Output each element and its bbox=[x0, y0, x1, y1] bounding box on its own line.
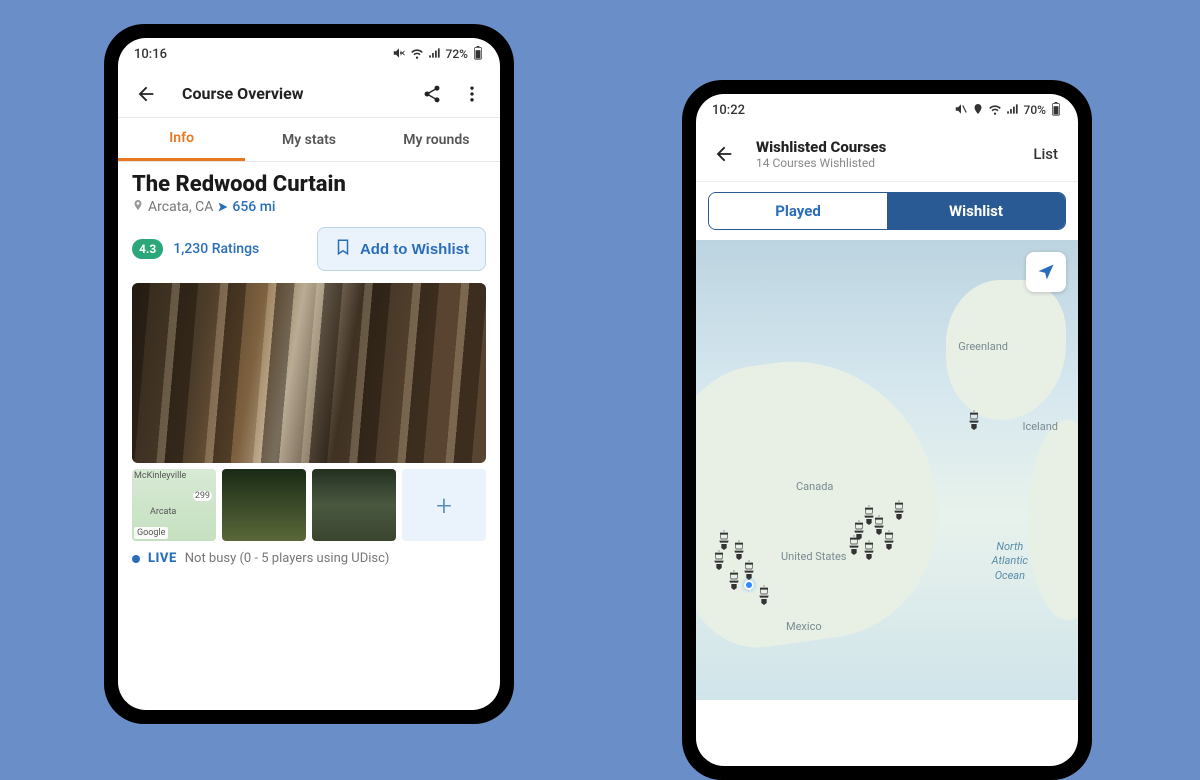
thumb-add-photo[interactable]: + bbox=[402, 469, 486, 541]
course-pin-icon[interactable] bbox=[861, 540, 877, 560]
course-pin-icon[interactable] bbox=[861, 505, 877, 525]
tabs: Info My stats My rounds bbox=[118, 118, 500, 162]
course-pin-icon[interactable] bbox=[881, 530, 897, 550]
appbar-titles: Wishlisted Courses 14 Courses Wishlisted bbox=[748, 138, 1017, 170]
wishlist-map[interactable]: Greenland Iceland Canada United States M… bbox=[696, 240, 1078, 700]
app-bar: Course Overview bbox=[118, 70, 500, 118]
segment-played[interactable]: Played bbox=[709, 193, 887, 229]
battery-icon bbox=[1050, 102, 1062, 119]
wifi-icon bbox=[410, 46, 424, 63]
hero-photo[interactable] bbox=[132, 283, 486, 463]
tab-my-rounds[interactable]: My rounds bbox=[373, 118, 500, 161]
status-bar: 10:16 72% bbox=[118, 38, 500, 70]
screen: 10:22 70% bbox=[696, 94, 1078, 766]
live-label: LIVE bbox=[148, 551, 177, 566]
map-label-mexico: Mexico bbox=[786, 620, 822, 633]
landmass bbox=[1028, 420, 1078, 620]
tab-my-stats[interactable]: My stats bbox=[245, 118, 372, 161]
user-location-dot bbox=[744, 580, 754, 590]
course-pin-icon[interactable] bbox=[891, 500, 907, 520]
bookmark-icon bbox=[334, 238, 352, 260]
landmass bbox=[696, 343, 954, 656]
locate-me-button[interactable] bbox=[1026, 252, 1066, 292]
battery-percent: 72% bbox=[446, 47, 468, 61]
course-location-row: Arcata, CA 656 mi bbox=[132, 199, 486, 215]
course-pin-icon[interactable] bbox=[966, 410, 982, 430]
map-label-us: United States bbox=[781, 550, 846, 563]
phone-wishlist: 10:22 70% bbox=[682, 80, 1092, 780]
thumb-photo-1[interactable] bbox=[222, 469, 306, 541]
signal-icon bbox=[428, 46, 442, 63]
map-label-ocean: North Atlantic Ocean bbox=[992, 540, 1028, 583]
battery-percent: 70% bbox=[1024, 103, 1046, 117]
live-text: Not busy (0 - 5 players using UDisc) bbox=[185, 551, 390, 566]
thumb-photo-2[interactable] bbox=[312, 469, 396, 541]
back-button[interactable] bbox=[708, 138, 740, 170]
course-pin-icon[interactable] bbox=[756, 585, 772, 605]
mute-icon bbox=[954, 102, 968, 119]
segment-control: Played Wishlist bbox=[708, 192, 1066, 230]
page-title: Wishlisted Courses bbox=[756, 138, 1017, 156]
add-to-wishlist-button[interactable]: Add to Wishlist bbox=[317, 227, 486, 271]
content: The Redwood Curtain Arcata, CA 656 mi 4.… bbox=[118, 162, 500, 576]
course-name: The Redwood Curtain bbox=[132, 172, 486, 197]
course-pin-icon[interactable] bbox=[716, 530, 732, 550]
course-pin-icon[interactable] bbox=[726, 570, 742, 590]
back-button[interactable] bbox=[130, 78, 162, 110]
status-time: 10:16 bbox=[134, 47, 167, 62]
live-status-row: LIVE Not busy (0 - 5 players using UDisc… bbox=[132, 551, 486, 566]
course-distance: 656 mi bbox=[217, 199, 275, 215]
map-label-greenland: Greenland bbox=[958, 340, 1008, 353]
course-pin-icon[interactable] bbox=[731, 540, 747, 560]
status-icons: 72% bbox=[392, 46, 484, 63]
page-title: Course Overview bbox=[170, 84, 408, 103]
share-button[interactable] bbox=[416, 78, 448, 110]
app-bar: Wishlisted Courses 14 Courses Wishlisted… bbox=[696, 126, 1078, 182]
live-dot-icon bbox=[132, 555, 140, 563]
more-button[interactable] bbox=[456, 78, 488, 110]
signal-icon bbox=[1006, 102, 1020, 119]
plus-icon: + bbox=[436, 489, 452, 522]
phone-course-overview: 10:16 72% Course Overv bbox=[104, 24, 514, 724]
map-label-iceland: Iceland bbox=[1022, 420, 1058, 433]
course-location: Arcata, CA bbox=[148, 199, 213, 215]
status-icons: 70% bbox=[954, 102, 1062, 119]
photo-thumbnails: McKinleyville 299 Arcata ureka Google + bbox=[132, 469, 486, 541]
location-icon bbox=[972, 103, 984, 118]
list-toggle-button[interactable]: List bbox=[1025, 141, 1066, 167]
map-label-canada: Canada bbox=[796, 480, 833, 493]
course-pin-icon[interactable] bbox=[846, 535, 862, 555]
screen: 10:16 72% Course Overv bbox=[118, 38, 500, 710]
rating-row: 4.3 1,230 Ratings Add to Wishlist bbox=[132, 227, 486, 271]
course-pin-icon[interactable] bbox=[711, 550, 727, 570]
battery-icon bbox=[472, 46, 484, 63]
page-subtitle: 14 Courses Wishlisted bbox=[756, 156, 1017, 170]
wifi-icon bbox=[988, 102, 1002, 119]
segment-wishlist[interactable]: Wishlist bbox=[887, 193, 1065, 229]
location-pin-icon bbox=[132, 199, 144, 215]
ratings-count[interactable]: 1,230 Ratings bbox=[173, 241, 259, 257]
mute-icon bbox=[392, 46, 406, 63]
status-bar: 10:22 70% bbox=[696, 94, 1078, 126]
google-attribution: Google bbox=[134, 527, 168, 539]
rating-badge: 4.3 bbox=[132, 239, 163, 259]
course-pin-icon[interactable] bbox=[741, 560, 757, 580]
thumb-map[interactable]: McKinleyville 299 Arcata ureka Google bbox=[132, 469, 216, 541]
status-time: 10:22 bbox=[712, 103, 745, 118]
tab-info[interactable]: Info bbox=[118, 118, 245, 161]
